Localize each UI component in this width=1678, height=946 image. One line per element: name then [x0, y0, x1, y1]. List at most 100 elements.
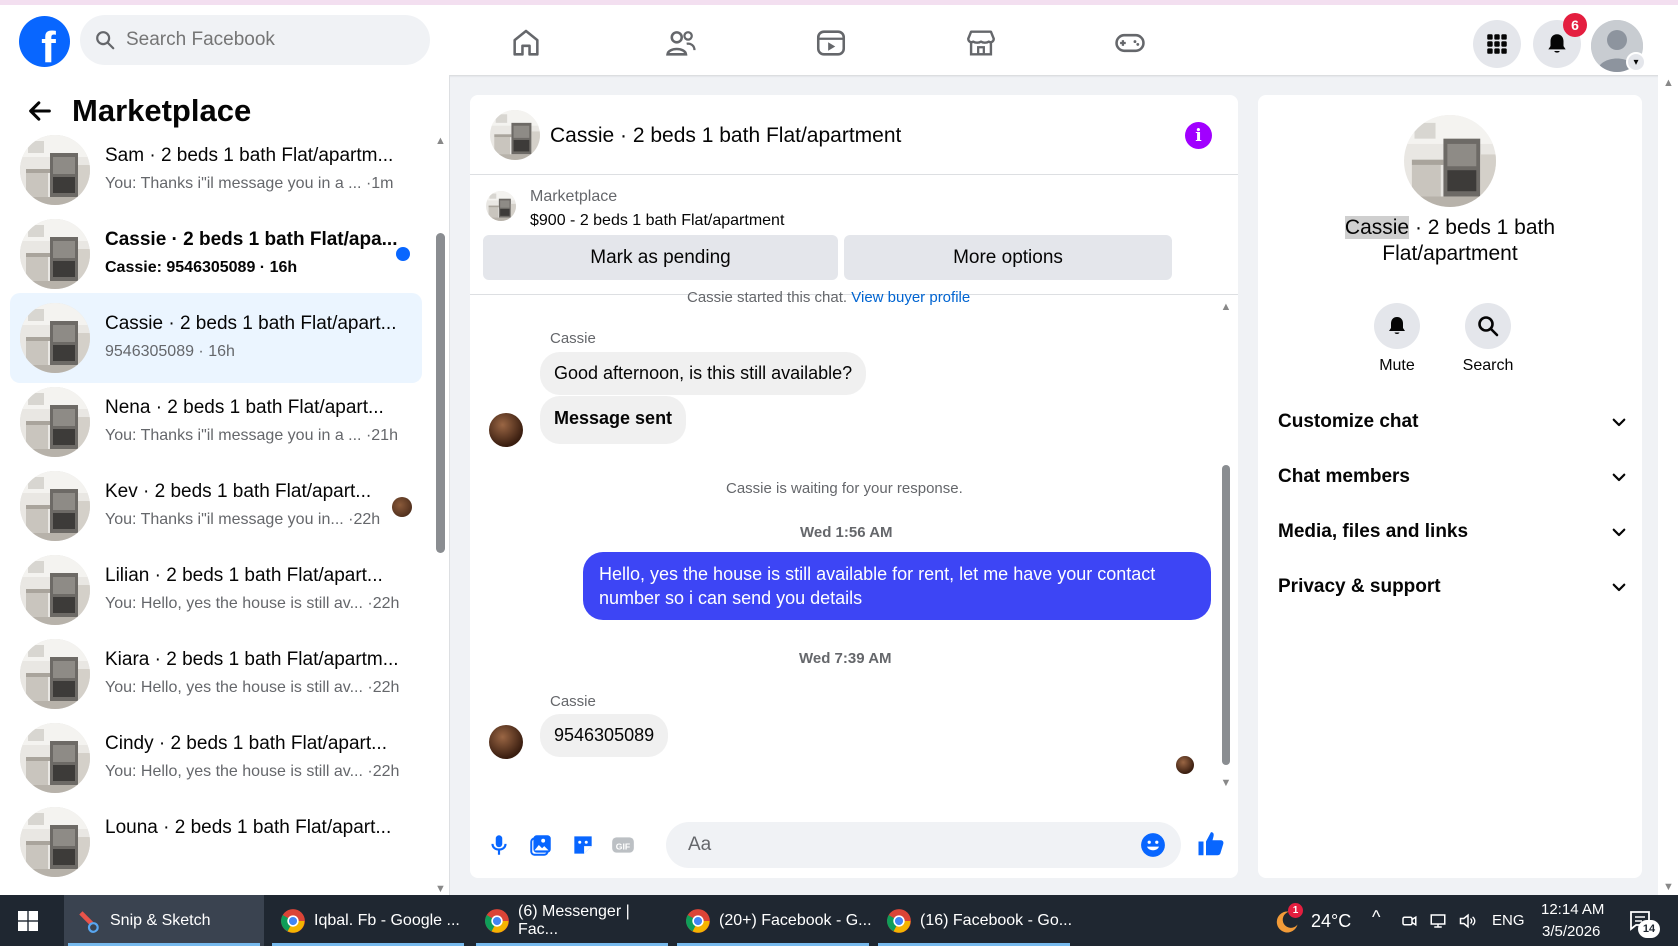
tray-chevron-up-icon[interactable]: ^: [1372, 907, 1380, 928]
section-label: Customize chat: [1278, 411, 1419, 432]
scroll-down-arrow-icon[interactable]: ▼: [1220, 777, 1232, 789]
temperature[interactable]: 24°C: [1311, 911, 1351, 932]
marketplace-nav-icon[interactable]: [961, 23, 1001, 63]
taskbar-item-label: (6) Messenger | Fac...: [518, 902, 630, 938]
search-conversation-button[interactable]: Search: [1458, 303, 1518, 375]
back-arrow-icon[interactable]: [26, 97, 54, 125]
chat-panel: Cassie · 2 beds 1 bath Flat/apartment i …: [470, 95, 1238, 878]
message-input[interactable]: [666, 822, 1181, 868]
conversation-item[interactable]: Louna · 2 beds 1 bath Flat/apart...: [10, 797, 422, 887]
chat-scroll-thumb[interactable]: [1222, 465, 1230, 765]
section-label: Chat members: [1278, 466, 1410, 487]
conversation-title: Nena · 2 beds 1 bath Flat/apart...: [105, 397, 384, 418]
listing-description[interactable]: $900 - 2 beds 1 bath Flat/apartment: [530, 212, 784, 230]
conversation-preview: You: Hello, yes the house is still av...…: [105, 595, 400, 612]
network-icon[interactable]: [1428, 912, 1448, 930]
conversation-item[interactable]: Cindy · 2 beds 1 bath Flat/apart... You: …: [10, 713, 422, 803]
section-privacy-support[interactable]: Privacy & support: [1278, 567, 1628, 607]
emoji-icon[interactable]: [1140, 832, 1166, 858]
chrome-icon: [281, 908, 305, 933]
listing-card: Marketplace $900 - 2 beds 1 bath Flat/ap…: [470, 175, 1238, 295]
taskbar-item-chrome-1[interactable]: Iqbal. Fb - Google ...: [268, 895, 468, 946]
chrome-icon: [686, 908, 710, 933]
timestamp: Wed 7:39 AM: [799, 650, 892, 667]
volume-icon[interactable]: [1458, 911, 1478, 931]
friends-nav-icon[interactable]: [661, 23, 701, 63]
search-input[interactable]: [126, 29, 406, 51]
conversation-title: Kiara · 2 beds 1 bath Flat/apartm...: [105, 649, 399, 670]
taskbar-item-label: (20+) Facebook - G...: [719, 911, 872, 929]
sender-avatar[interactable]: [489, 725, 523, 759]
video-nav-icon[interactable]: [811, 23, 851, 63]
incoming-message[interactable]: Good afternoon, is this still available?: [540, 352, 867, 395]
facebook-logo-icon[interactable]: f: [19, 16, 70, 67]
info-listing-thumbnail[interactable]: [1404, 115, 1496, 207]
clock-time[interactable]: 12:14 AM: [1541, 901, 1604, 918]
thumbs-up-icon[interactable]: [1196, 829, 1226, 859]
section-media-files-links[interactable]: Media, files and links: [1278, 512, 1628, 552]
conversation-item[interactable]: Sam · 2 beds 1 bath Flat/apartm... You: T…: [10, 125, 422, 215]
outgoing-message[interactable]: Hello, yes the house is still available …: [583, 552, 1211, 620]
taskbar-item-chrome-3[interactable]: (20+) Facebook - G...: [673, 895, 873, 946]
scroll-up-arrow-icon[interactable]: ▲: [435, 135, 446, 147]
account-chevron-down-icon[interactable]: ▾: [1626, 52, 1646, 72]
search-bar[interactable]: [80, 15, 430, 65]
listing-thumbnail: [20, 471, 90, 541]
photo-icon[interactable]: [528, 832, 554, 858]
sidebar-header: Marketplace: [26, 93, 251, 129]
chat-started-notice: Cassie started this chat. View buyer pro…: [687, 289, 970, 306]
chat-started-text: Cassie started this chat.: [687, 289, 848, 306]
home-nav-icon[interactable]: [506, 23, 546, 63]
timestamp: Wed 1:56 AM: [800, 524, 893, 541]
listing-thumbnail: [20, 219, 90, 289]
listing-thumbnail[interactable]: [486, 191, 516, 221]
conversation-preview: 9546305089 · 16h: [105, 343, 235, 360]
taskbar-item-chrome-4[interactable]: (16) Facebook - Go...: [874, 895, 1074, 946]
windows-taskbar: Snip & Sketch Iqbal. Fb - Google ... (6)…: [0, 895, 1678, 946]
clock-date[interactable]: 3/5/2026: [1542, 923, 1600, 940]
gaming-nav-icon[interactable]: [1110, 23, 1150, 63]
taskbar-item-chrome-2[interactable]: (6) Messenger | Fac...: [472, 895, 672, 946]
chat-title[interactable]: Cassie · 2 beds 1 bath Flat/apartment: [550, 124, 901, 148]
scroll-down-arrow-icon[interactable]: ▼: [435, 883, 446, 895]
conversation-preview: You: Thanks i"il message you in a ... ·2…: [105, 427, 398, 444]
conversation-item[interactable]: Cassie · 2 beds 1 bath Flat/apart... 9546…: [10, 293, 422, 383]
conversation-title: Kev · 2 beds 1 bath Flat/apart...: [105, 481, 372, 502]
conversation-item[interactable]: Kev · 2 beds 1 bath Flat/apart... You: Th…: [10, 461, 422, 551]
listing-thumbnail: [20, 135, 90, 205]
conversation-item[interactable]: Kiara · 2 beds 1 bath Flat/apartm... You:…: [10, 629, 422, 719]
sticker-icon[interactable]: [570, 832, 596, 858]
microphone-icon[interactable]: [486, 832, 512, 858]
scroll-down-arrow-icon[interactable]: ▼: [1663, 881, 1674, 893]
sender-avatar[interactable]: [489, 413, 523, 447]
conversation-title: Sam · 2 beds 1 bath Flat/apartm...: [105, 145, 394, 166]
mute-label: Mute: [1379, 357, 1415, 374]
mark-as-pending-button[interactable]: Mark as pending: [483, 235, 838, 280]
menu-grid-button[interactable]: [1473, 20, 1521, 68]
page-scrollbar[interactable]: ▲ ▼: [1658, 75, 1678, 895]
chevron-down-icon: [1612, 583, 1626, 592]
section-customize-chat[interactable]: Customize chat: [1278, 402, 1628, 442]
chat-listing-thumbnail[interactable]: [490, 110, 540, 160]
bell-icon: [1548, 34, 1566, 53]
section-chat-members[interactable]: Chat members: [1278, 457, 1628, 497]
scroll-up-arrow-icon[interactable]: ▲: [1663, 77, 1674, 89]
conversation-item[interactable]: Cassie · 2 beds 1 bath Flat/apa... Cassie…: [10, 209, 422, 299]
taskbar-item-label: Iqbal. Fb - Google ...: [314, 911, 460, 929]
language-indicator[interactable]: ENG: [1492, 912, 1525, 929]
search-label: Search: [1462, 357, 1514, 374]
more-options-button[interactable]: More options: [844, 235, 1172, 280]
meet-now-icon[interactable]: [1400, 912, 1418, 930]
view-buyer-profile-link[interactable]: View buyer profile: [851, 289, 970, 306]
windows-start-icon[interactable]: [18, 911, 38, 931]
sidebar-scroll-thumb[interactable]: [436, 233, 445, 553]
info-icon[interactable]: i: [1185, 122, 1212, 149]
gif-icon[interactable]: GIF: [610, 832, 636, 858]
incoming-message[interactable]: Message sent: [540, 396, 687, 444]
incoming-message[interactable]: 9546305089: [540, 714, 669, 757]
scroll-up-arrow-icon[interactable]: ▲: [1220, 301, 1232, 313]
conversation-item[interactable]: Lilian · 2 beds 1 bath Flat/apart... You:…: [10, 545, 422, 635]
mute-button[interactable]: Mute: [1367, 303, 1427, 375]
taskbar-item-snip-sketch[interactable]: Snip & Sketch: [64, 895, 264, 946]
conversation-item[interactable]: Nena · 2 beds 1 bath Flat/apart... You: T…: [10, 377, 422, 467]
